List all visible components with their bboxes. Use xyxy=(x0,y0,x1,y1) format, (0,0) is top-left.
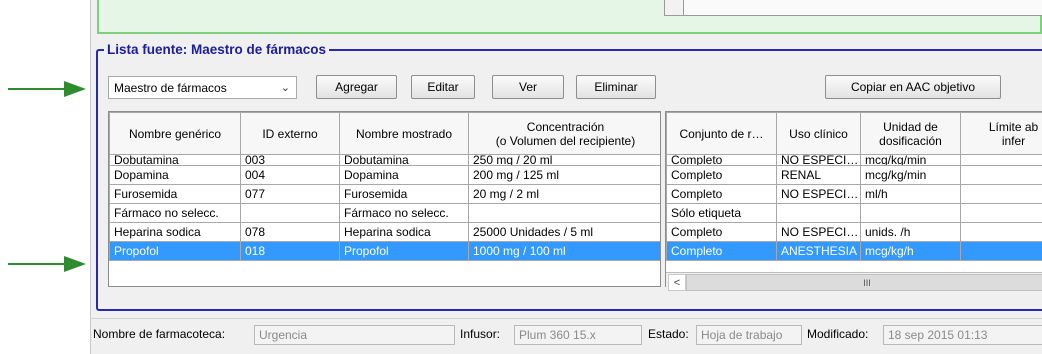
scroll-left-arrow-icon[interactable]: < xyxy=(668,274,686,291)
status-bar: Nombre de farmacoteca: Urgencia Infusor:… xyxy=(90,318,1042,348)
column-header-rule-set[interactable]: Conjunto de r… xyxy=(666,112,777,155)
library-field: Urgencia xyxy=(254,325,455,345)
column-header-clinical-use[interactable]: Uso clínico xyxy=(776,112,861,155)
state-field: Hoja de trabajo xyxy=(696,325,802,345)
top-right-scroll-area xyxy=(664,0,1042,16)
green-arrow-icon xyxy=(8,81,86,97)
table-row[interactable]: Furosemida 077 Furosemida 20 mg / 2 ml xyxy=(109,184,660,204)
column-header-dosing-unit[interactable]: Unidad de dosificación xyxy=(860,112,961,155)
table-row[interactable]: Fármaco no selecc. Fármaco no selecc. xyxy=(109,203,660,223)
group-title: Lista fuente: Maestro de fármacos xyxy=(104,42,330,57)
copy-to-target-button[interactable]: Copiar en AAC objetivo xyxy=(825,75,1001,99)
green-arrow-icon xyxy=(8,256,86,272)
column-header-display-name[interactable]: Nombre mostrado xyxy=(339,112,469,155)
state-label: Estado: xyxy=(648,327,689,341)
modified-field: 18 sep 2015 01:13 xyxy=(883,325,1042,345)
table-row[interactable]: Completo NO ESPECI… unids. /h xyxy=(666,222,1042,242)
source-list-select[interactable]: Maestro de fármacos ⌄ xyxy=(108,76,297,99)
table-row[interactable]: Completo NO ESPECI… ml/h xyxy=(666,184,1042,204)
table-row[interactable]: Completo RENAL mcg/kg/min xyxy=(666,165,1042,185)
infuser-label: Infusor: xyxy=(460,327,501,341)
source-list-select-value: Maestro de fármacos xyxy=(114,80,227,95)
table-row-selected[interactable]: Completo ANESTHESIA mcg/kg/h xyxy=(666,241,1042,261)
edit-button[interactable]: Editar xyxy=(411,75,475,99)
column-header-generic-name[interactable]: Nombre genérico xyxy=(109,112,241,155)
column-header-lower-limit[interactable]: Límite ab infer xyxy=(960,112,1042,155)
add-button[interactable]: Agregar xyxy=(316,75,397,99)
chevron-down-icon[interactable]: ⌄ xyxy=(281,81,290,94)
column-header-external-id[interactable]: ID externo xyxy=(240,112,340,155)
modified-label: Modificado: xyxy=(807,327,869,341)
drug-list-table: Nombre genérico ID externo Nombre mostra… xyxy=(108,111,661,287)
view-button[interactable]: Ver xyxy=(492,75,564,99)
column-header-concentration[interactable]: Concentración (o Volumen del recipiente) xyxy=(468,112,660,155)
table-row[interactable]: Dopamina 004 Dopamina 200 mg / 125 ml xyxy=(109,165,660,185)
horizontal-scrollbar[interactable]: < III xyxy=(666,272,1042,291)
library-label: Nombre de farmacoteca: xyxy=(93,327,226,341)
table-row[interactable]: Dobutamina 003 Dobutamina 250 mg / 20 ml xyxy=(109,154,660,166)
delete-button[interactable]: Eliminar xyxy=(576,75,656,99)
table-row[interactable]: Heparina sodica 078 Heparina sodica 25000 … xyxy=(109,222,660,242)
scrollbar-thumb[interactable]: III xyxy=(686,274,1042,291)
drug-details-table: Conjunto de r… Uso clínico Unidad de dosi… xyxy=(665,111,1042,287)
table-row[interactable]: Sólo etiqueta xyxy=(666,203,1042,223)
table-row-selected[interactable]: Propofol 018 Propofol 1000 mg / 100 ml xyxy=(109,241,660,261)
table-row[interactable]: Completo NO ESPECI… mcg/kg/min xyxy=(666,154,1042,166)
infuser-field: Plum 360 15.x xyxy=(514,325,642,345)
